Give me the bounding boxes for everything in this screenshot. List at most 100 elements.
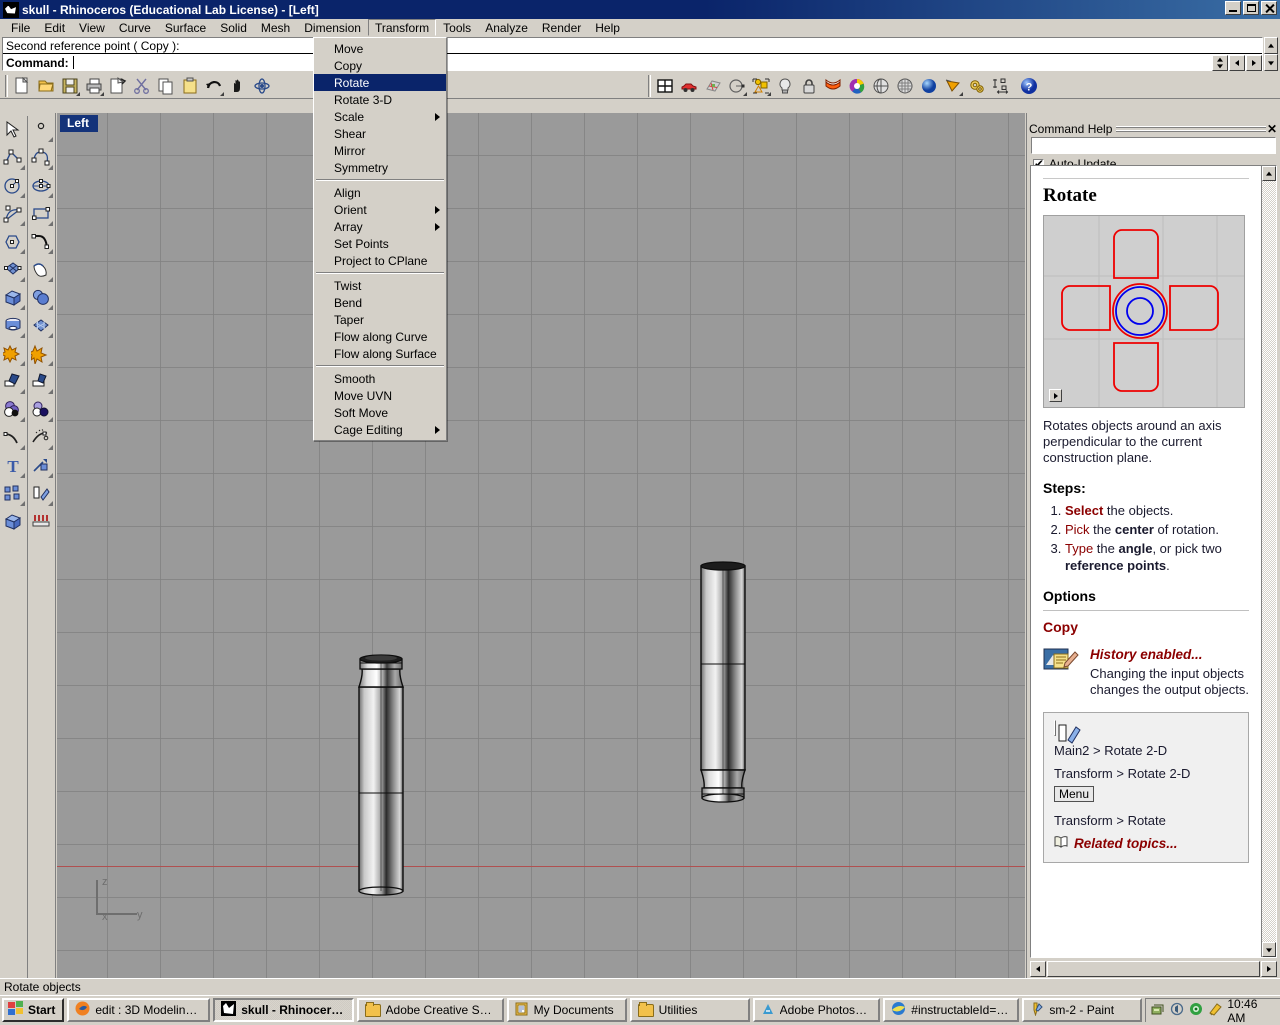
undo-icon[interactable] [203,75,225,97]
menu-button[interactable]: Menu [1054,786,1094,802]
curve-blend-icon[interactable] [29,228,54,256]
help-scroll-up-button[interactable] [1262,166,1276,181]
viewport-left[interactable]: Left [57,113,1025,987]
curve-fillet-icon[interactable] [1,424,26,452]
close-icon[interactable]: ✕ [1266,122,1278,136]
taskbar-item-my-documents[interactable]: My Documents [507,998,627,1022]
options-gear-icon[interactable] [966,75,988,97]
menu-item-orient[interactable]: Orient [314,201,446,218]
command-scrollbar[interactable] [1264,37,1278,71]
panel-grip[interactable] [1116,126,1266,133]
menu-item-smooth[interactable]: Smooth [314,370,446,387]
text-tool-icon[interactable]: T [1,452,26,480]
new-file-icon[interactable] [11,75,33,97]
command-scroll-up-down[interactable] [1212,55,1228,71]
command-next-button[interactable] [1246,55,1262,71]
array-linear-icon[interactable] [29,508,54,536]
spotlight-icon[interactable] [942,75,964,97]
box-edit-icon[interactable] [1,508,26,536]
taskbar-item-paint[interactable]: sm-2 - Paint [1022,998,1142,1022]
menu-item-shear[interactable]: Shear [314,125,446,142]
pencil-icon[interactable] [1208,1002,1223,1019]
menu-item-move-uvn[interactable]: Move UVN [314,387,446,404]
related-topics-link[interactable]: Related topics... [1054,835,1238,852]
select-objects-icon[interactable] [750,75,772,97]
menu-item-move[interactable]: Move [314,40,446,57]
help-scroll-track[interactable] [1262,181,1276,942]
rotate-view-icon[interactable] [251,75,273,97]
save-icon[interactable] [59,75,81,97]
menu-view[interactable]: View [72,19,112,36]
arc-3point-icon[interactable] [1,200,26,228]
print-icon[interactable] [83,75,105,97]
command-help-titlebar[interactable]: Command Help ✕ [1027,122,1280,136]
circle-point-icon[interactable] [726,75,748,97]
menu-item-bend[interactable]: Bend [314,294,446,311]
menu-item-soft-move[interactable]: Soft Move [314,404,446,421]
play-animation-button[interactable] [1049,389,1062,402]
extrude-surface-icon[interactable] [29,368,54,396]
help-scroll-down-button[interactable] [1262,942,1276,957]
ellipse-icon[interactable] [29,172,54,200]
clock[interactable]: 10:46 AM [1227,997,1275,1025]
circle-center-icon[interactable] [1,172,26,200]
menu-item-flow-along-surface[interactable]: Flow along Surface [314,345,446,362]
cylinder-object-right[interactable] [693,556,773,806]
viewport-layout-icon[interactable] [654,75,676,97]
help-vertical-scrollbar[interactable] [1261,166,1276,957]
menu-item-mirror[interactable]: Mirror [314,142,446,159]
taskbar-item-internet-explorer[interactable]: #instructableId=E... [883,998,1019,1022]
boolean-split-icon[interactable] [29,340,54,368]
menu-transform[interactable]: Transform [368,19,436,36]
print-preview-icon[interactable] [107,75,129,97]
surface-icon[interactable] [822,75,844,97]
taskbar[interactable]: Start edit : 3D Modeling ... skull - Rhi… [0,995,1280,1024]
transform-dropdown-menu[interactable]: Move Copy Rotate Rotate 3-D Scale Shear … [313,37,447,441]
help-scroll-left-button[interactable] [1030,961,1046,977]
help-scroll-right-button[interactable] [1261,961,1277,977]
menu-solid[interactable]: Solid [213,19,254,36]
sphere-wireframe-icon[interactable] [894,75,916,97]
menu-item-set-points[interactable]: Set Points [314,235,446,252]
menu-item-twist[interactable]: Twist [314,277,446,294]
rotate-2d-icon[interactable] [1054,720,1056,736]
taskbar-item-rhino[interactable]: skull - Rhinocero... [213,998,353,1022]
menu-curve[interactable]: Curve [112,19,158,36]
menu-item-rotate-3d[interactable]: Rotate 3-D [314,91,446,108]
shade-grid-icon[interactable] [702,75,724,97]
rotate-object-icon[interactable] [29,480,54,508]
surface-network-icon[interactable] [29,312,54,340]
menu-item-taper[interactable]: Taper [314,311,446,328]
light-bulb-icon[interactable] [774,75,796,97]
command-prev-button[interactable] [1229,55,1245,71]
sidebar-toolbar[interactable]: T [0,113,56,987]
start-button[interactable]: Start [2,998,64,1022]
cylinder-solid-icon[interactable] [1,312,26,340]
polyline-icon[interactable] [1,144,26,172]
render-sphere-icon[interactable] [918,75,940,97]
taskbar-item-adobe-creative-suite[interactable]: Adobe Creative Sui... [357,998,504,1022]
menu-item-rotate[interactable]: Rotate [314,74,446,91]
surface-loft-icon[interactable] [29,256,54,284]
boolean-union-icon[interactable] [1,340,26,368]
menu-item-cage-editing[interactable]: Cage Editing [314,421,446,438]
point-object-icon[interactable] [29,116,54,144]
help-icon[interactable]: ? [1018,75,1040,97]
standard-toolbar[interactable]: ? [0,73,1280,99]
help-hscroll-thumb[interactable] [1047,961,1260,977]
cylinder-object-left[interactable] [351,651,431,901]
command-box[interactable]: Second reference point ( Copy ): Command… [2,37,1263,71]
viewport-label[interactable]: Left [60,115,98,132]
transform-scale-icon[interactable] [29,452,54,480]
menu-dimension[interactable]: Dimension [297,19,368,36]
maximize-button[interactable] [1243,1,1259,15]
help-horizontal-scrollbar[interactable] [1030,961,1277,977]
paste-icon[interactable] [179,75,201,97]
dimension-icon[interactable] [990,75,1012,97]
menu-file[interactable]: File [4,19,37,36]
system-tray[interactable]: 10:46 AM [1145,998,1280,1022]
group-objects-icon[interactable] [1,480,26,508]
polygon-icon[interactable] [1,228,26,256]
shield-icon[interactable] [1189,1002,1204,1019]
extrude-icon[interactable] [1,368,26,396]
